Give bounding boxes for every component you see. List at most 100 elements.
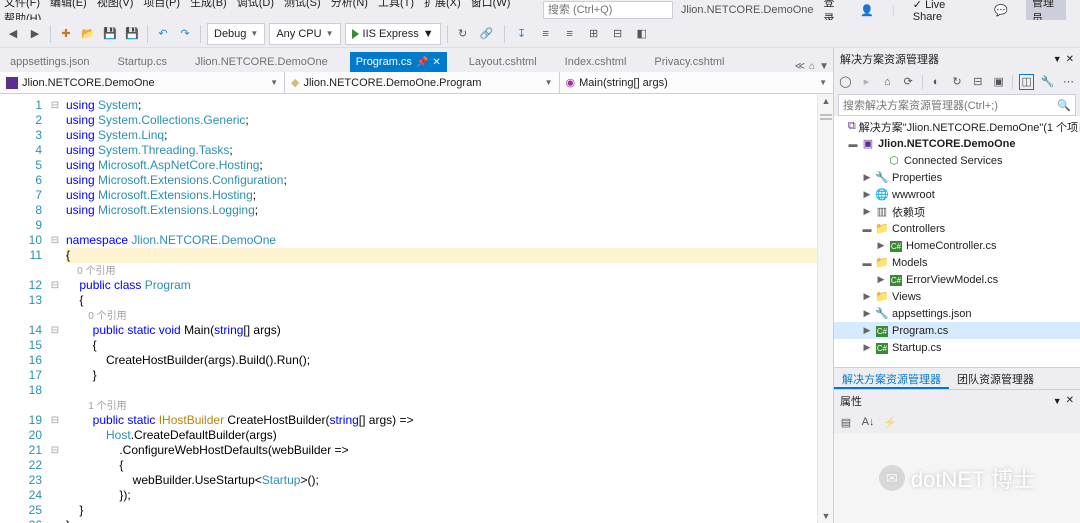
comment-icon[interactable]: ⊞ (585, 25, 603, 43)
se-preview-icon[interactable]: ◫ (1019, 74, 1034, 90)
indent-icon[interactable]: ≡ (561, 25, 579, 43)
views-folder[interactable]: ▶📁Views (834, 288, 1080, 305)
watermark: ✉ dotNET 博士 (879, 462, 1035, 494)
se-properties-icon[interactable]: 🔧 (1040, 74, 1055, 90)
save-icon[interactable]: 💾 (101, 25, 119, 43)
open-icon[interactable]: 📂 (79, 25, 97, 43)
tab-team-explorer[interactable]: 团队资源管理器 (949, 368, 1042, 389)
nav-type-combo[interactable]: ◆ Jlion.NETCORE.DemoOne.Program▼ (285, 72, 560, 93)
tab-dropdown-icon[interactable]: ▼ (819, 61, 829, 72)
appsettings-file[interactable]: ▶🔧appsettings.json (834, 305, 1080, 322)
quick-search-input[interactable] (543, 1, 673, 19)
errorviewmodel-file[interactable]: ▶C#ErrorViewModel.cs (834, 271, 1080, 288)
se-fwd-icon[interactable]: ▸ (859, 74, 874, 90)
browser-link-icon[interactable]: 🔗 (478, 25, 496, 43)
menu-item[interactable]: 调试(D) (237, 0, 274, 9)
scroll-up-icon[interactable]: ▲ (818, 94, 833, 108)
tab-overflow-icon[interactable]: ≪ (795, 61, 805, 72)
document-tab[interactable]: Privacy.cshtml (648, 52, 730, 72)
menu-item[interactable]: 生成(B) (190, 0, 227, 9)
menu-item[interactable]: 项目(P) (143, 0, 180, 9)
prop-categorized-icon[interactable]: ▤ (838, 414, 854, 430)
connected-services-node[interactable]: ▶⬡Connected Services (834, 152, 1080, 169)
solution-node[interactable]: ▶⧉解决方案"Jlion.NETCORE.DemoOne"(1 个项目/共 1 … (834, 118, 1080, 135)
new-item-icon[interactable]: ✚ (57, 25, 75, 43)
nav-member-combo[interactable]: ◉ Main(string[] args)▼ (560, 72, 834, 93)
nav-project-combo[interactable]: Jlion.NETCORE.DemoOne▼ (0, 72, 285, 93)
dependencies-node[interactable]: ▶▥依赖项 (834, 203, 1080, 220)
live-share-button[interactable]: ✓ Live Share (913, 0, 977, 20)
models-folder[interactable]: ▬📁Models (834, 254, 1080, 271)
program-file[interactable]: ▶C#Program.cs (834, 322, 1080, 339)
se-home-icon[interactable]: ⌂ (880, 74, 895, 90)
se-sync-icon[interactable]: ⟳ (901, 74, 916, 90)
properties-menu-icon[interactable]: ▼ (1053, 396, 1062, 406)
se-showall-icon[interactable]: ▣ (991, 74, 1006, 90)
user-icon[interactable]: 👤 (860, 4, 874, 17)
wwwroot-node[interactable]: ▶🌐wwwroot (834, 186, 1080, 203)
admin-button[interactable]: 管理员 (1026, 0, 1066, 20)
document-tab[interactable]: Startup.cs (112, 52, 174, 72)
solution-name-label: Jlion.NETCORE.DemoOne (681, 4, 814, 16)
undo-icon[interactable]: ↶ (154, 25, 172, 43)
se-refresh-icon[interactable]: ↻ (949, 74, 964, 90)
save-all-icon[interactable]: 💾 (123, 25, 141, 43)
menu-item[interactable]: 文件(F) (4, 0, 40, 9)
solution-tree[interactable]: ▶⧉解决方案"Jlion.NETCORE.DemoOne"(1 个项目/共 1 … (834, 116, 1080, 367)
document-tab[interactable]: Layout.cshtml (463, 52, 543, 72)
close-icon[interactable]: ✕ (432, 57, 440, 68)
prop-events-icon[interactable]: ⚡ (882, 414, 898, 430)
redo-icon[interactable]: ↷ (176, 25, 194, 43)
pin-icon[interactable]: 📌 (416, 57, 428, 68)
nav-back-icon[interactable]: ◀ (4, 25, 22, 43)
menu-item[interactable]: 工具(T) (378, 0, 414, 9)
start-debug-button[interactable]: IIS Express▼ (345, 23, 441, 45)
se-collapse-icon[interactable]: ⊟ (970, 74, 985, 90)
menu-item[interactable]: 测试(S) (284, 0, 321, 9)
controllers-folder[interactable]: ▬📁Controllers (834, 220, 1080, 237)
bookmark-icon[interactable]: ◧ (633, 25, 651, 43)
se-back-icon[interactable]: ◯ (838, 74, 853, 90)
line-numbers: 1234567891011121314151617181920212223242… (0, 94, 48, 523)
scroll-down-icon[interactable]: ▼ (818, 509, 833, 523)
properties-title: 属性 (840, 393, 862, 409)
menu-item[interactable]: 分析(N) (331, 0, 368, 9)
document-tab[interactable]: appsettings.json (4, 52, 96, 72)
code-editor[interactable]: 1234567891011121314151617181920212223242… (0, 94, 833, 523)
fold-gutter[interactable]: ⊟⊟⊟⊟⊟⊟ (48, 94, 62, 523)
config-combo[interactable]: Debug▼ (207, 23, 265, 45)
document-tab[interactable]: Jlion.NETCORE.DemoOne (189, 52, 334, 72)
startup-file[interactable]: ▶C#Startup.cs (834, 339, 1080, 356)
menu-item[interactable]: 帮助(H) (4, 13, 41, 20)
se-more-icon[interactable]: ⋯ (1061, 74, 1076, 90)
project-node[interactable]: ▬▣Jlion.NETCORE.DemoOne (834, 135, 1080, 152)
properties-node[interactable]: ▶🔧Properties (834, 169, 1080, 186)
platform-combo[interactable]: Any CPU▼ (269, 23, 340, 45)
outdent-icon[interactable]: ≡ (537, 25, 555, 43)
login-link[interactable]: 登录 (824, 0, 843, 20)
uncomment-icon[interactable]: ⊟ (609, 25, 627, 43)
menu-item[interactable]: 视图(V) (97, 0, 134, 9)
vertical-scrollbar[interactable]: ▲ ▼ (817, 94, 833, 523)
wechat-icon: ✉ (879, 465, 905, 491)
document-tab[interactable]: Index.cshtml (559, 52, 633, 72)
panel-title: 解决方案资源管理器 (840, 51, 939, 67)
se-search-input[interactable]: 搜索解决方案资源管理器(Ctrl+;) 🔍 (838, 94, 1076, 116)
se-toolbar: ◯ ▸ ⌂ ⟳ ◐ ↻ ⊟ ▣ ◫ 🔧 ⋯ (834, 70, 1080, 94)
homecontroller-file[interactable]: ▶C#HomeController.cs (834, 237, 1080, 254)
se-scope-icon[interactable]: ◐ (929, 74, 944, 90)
nav-fwd-icon[interactable]: ▶ (26, 25, 44, 43)
step-icon[interactable]: ↧ (513, 25, 531, 43)
panel-close-icon[interactable]: ✕ (1066, 54, 1074, 65)
refresh-icon[interactable]: ↻ (454, 25, 472, 43)
feedback-icon[interactable]: 💬 (994, 4, 1008, 17)
prop-alpha-icon[interactable]: A↓ (860, 414, 876, 430)
document-tab[interactable]: Program.cs 📌 ✕ (350, 52, 447, 72)
tab-home-icon[interactable]: ⌂ (809, 61, 815, 72)
tab-solution-explorer[interactable]: 解决方案资源管理器 (834, 368, 949, 389)
menu-item[interactable]: 编辑(E) (50, 0, 87, 9)
properties-close-icon[interactable]: ✕ (1066, 395, 1074, 406)
panel-menu-icon[interactable]: ▼ (1053, 54, 1062, 64)
menu-item[interactable]: 窗口(W) (471, 0, 511, 9)
menu-item[interactable]: 扩展(X) (424, 0, 461, 9)
